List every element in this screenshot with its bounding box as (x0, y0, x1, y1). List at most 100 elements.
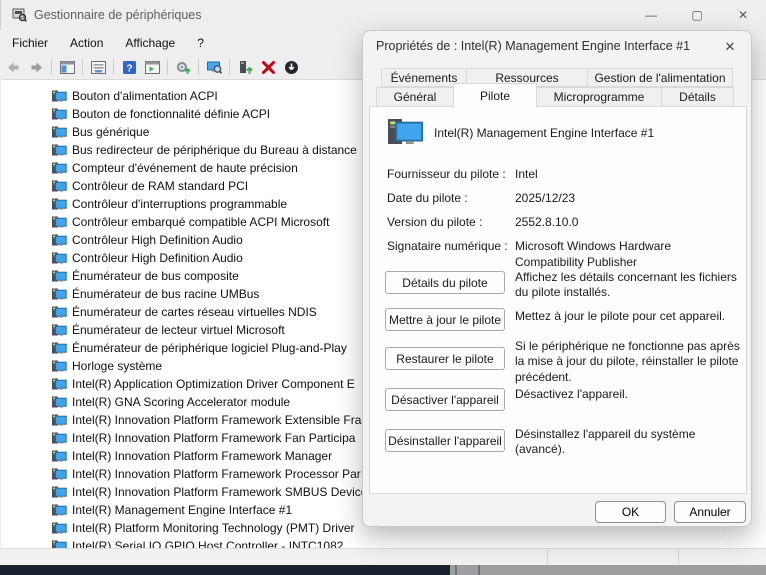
menu-affichage[interactable]: Affichage (114, 33, 186, 53)
tree-item-label: Intel(R) Innovation Platform Framework S… (72, 485, 367, 499)
disable-device-icon[interactable] (281, 57, 301, 77)
toolbar-separator (51, 59, 52, 75)
tab-microprogramme[interactable]: Microprogramme (536, 87, 662, 107)
tree-item-label: Énumérateur de périphérique logiciel Plu… (72, 341, 347, 355)
toolbar: ? (1, 55, 361, 79)
field-value-fournisseur: Intel (515, 167, 741, 183)
tree-item-label: Intel(R) Application Optimization Driver… (72, 377, 355, 391)
scan-hardware-changes-icon[interactable] (173, 57, 193, 77)
device-name: Intel(R) Management Engine Interface #1 (434, 126, 654, 140)
field-label-version: Version du pilote : (387, 215, 482, 229)
menu-action[interactable]: Action (59, 33, 114, 53)
system-device-icon (51, 539, 67, 548)
details-pilote-button[interactable]: Détails du pilote (385, 271, 505, 294)
properties-icon[interactable] (88, 57, 108, 77)
device-icon-large (387, 117, 423, 150)
system-device-icon (51, 107, 67, 121)
tree-item-label: Intel(R) Innovation Platform Framework P… (72, 467, 361, 481)
toolbar-separator (167, 59, 168, 75)
details-pilote-description: Affichez les détails concernant les fich… (515, 270, 745, 301)
toolbar-separator (198, 59, 199, 75)
desinstaller-appareil-description: Désinstallez l'appareil du système (avan… (515, 427, 745, 458)
menu-fichier[interactable]: Fichier (1, 33, 59, 53)
menu-help[interactable]: ? (186, 33, 215, 53)
system-device-icon (51, 377, 67, 391)
ok-button[interactable]: OK (595, 501, 666, 523)
system-device-icon (51, 395, 67, 409)
close-icon[interactable]: ✕ (720, 0, 766, 30)
tree-item-label: Bouton de fonctionnalité définie ACPI (72, 107, 270, 121)
tree-item-label: Intel(R) Innovation Platform Framework E… (72, 413, 361, 427)
tab-details[interactable]: Détails (661, 87, 734, 107)
show-action-pane-icon[interactable] (142, 57, 162, 77)
toolbar-separator (82, 59, 83, 75)
tab-pilote[interactable]: Pilote (453, 83, 537, 107)
system-device-icon (51, 503, 67, 517)
system-device-icon (51, 359, 67, 373)
tree-item-label: Horloge système (72, 359, 162, 373)
tree-item-label: Intel(R) GNA Scoring Accelerator module (72, 395, 290, 409)
show-console-tree-icon[interactable] (57, 57, 77, 77)
system-device-icon (51, 269, 67, 283)
toolbar-separator (229, 59, 230, 75)
forward-icon[interactable] (26, 57, 46, 77)
restaurer-pilote-button[interactable]: Restaurer le pilote (385, 347, 505, 370)
annuler-button[interactable]: Annuler (674, 501, 746, 523)
dialog-close-icon[interactable]: ✕ (719, 36, 741, 58)
tree-item-label: Bus redirecteur de périphérique du Burea… (72, 143, 357, 157)
tree-item[interactable]: Intel(R) Serial IO GPIO Host Controller … (1, 537, 766, 548)
system-device-icon (51, 449, 67, 463)
tree-item-label: Énumérateur de cartes réseau virtuelles … (72, 305, 317, 319)
update-driver-icon[interactable] (235, 57, 255, 77)
system-device-icon (51, 485, 67, 499)
menubar: Fichier Action Affichage ? (1, 30, 361, 55)
tree-item-label: Contrôleur de RAM standard PCI (72, 179, 248, 193)
system-device-icon (51, 305, 67, 319)
device-manager-app-icon (12, 7, 27, 25)
minimize-icon[interactable]: — (628, 0, 674, 30)
tab-general[interactable]: Général (376, 87, 454, 107)
mettre-a-jour-button[interactable]: Mettre à jour le pilote (385, 308, 505, 331)
field-label-signataire: Signataire numérique : (387, 239, 508, 253)
properties-dialog: Propriétés de : Intel(R) Management Engi… (362, 30, 752, 527)
maximize-icon[interactable]: ▢ (674, 0, 720, 30)
taskbar-divider (478, 565, 480, 575)
desactiver-appareil-description: Désactivez l'appareil. (515, 387, 745, 402)
help-icon[interactable]: ? (119, 57, 139, 77)
tree-item-label: Contrôleur embarqué compatible ACPI Micr… (72, 215, 329, 229)
window-title: Gestionnaire de périphériques (34, 8, 201, 22)
computer-search-icon[interactable] (204, 57, 224, 77)
system-device-icon (51, 431, 67, 445)
system-device-icon (51, 179, 67, 193)
tree-item-label: Énumérateur de bus racine UMBus (72, 287, 259, 301)
system-device-icon (51, 215, 67, 229)
pilote-tab-page: Intel(R) Management Engine Interface #1 … (369, 106, 747, 494)
tree-item-label: Intel(R) Serial IO GPIO Host Controller … (72, 539, 343, 548)
field-label-fournisseur: Fournisseur du pilote : (387, 167, 506, 181)
field-value-signataire: Microsoft Windows Hardware Compatibility… (515, 239, 741, 270)
scrollbar-divider (547, 550, 548, 565)
toolbar-separator (113, 59, 114, 75)
system-device-icon (51, 341, 67, 355)
back-icon[interactable] (3, 57, 23, 77)
uninstall-device-icon[interactable] (258, 57, 278, 77)
system-device-icon (51, 233, 67, 247)
restaurer-pilote-description: Si le périphérique ne fonctionne pas apr… (515, 339, 745, 385)
horizontal-scrollbar[interactable] (0, 548, 766, 565)
svg-text:?: ? (126, 62, 132, 74)
system-device-icon (51, 287, 67, 301)
system-device-icon (51, 197, 67, 211)
tab-gestion-alimentation[interactable]: Gestion de l'alimentation (587, 68, 733, 87)
desactiver-appareil-button[interactable]: Désactiver l'appareil (385, 388, 505, 411)
taskbar-dark-segment (0, 565, 450, 575)
tree-item-label: Contrôleur High Definition Audio (72, 251, 243, 265)
tree-item-label: Bouton d'alimentation ACPI (72, 89, 218, 103)
tree-item-label: Intel(R) Innovation Platform Framework F… (72, 431, 355, 445)
system-device-icon (51, 251, 67, 265)
dialog-title: Propriétés de : Intel(R) Management Engi… (376, 39, 690, 53)
system-device-icon (51, 413, 67, 427)
tree-item-label: Bus générique (72, 125, 149, 139)
tree-item-label: Contrôleur d'interruptions programmable (72, 197, 287, 211)
desinstaller-appareil-button[interactable]: Désinstaller l'appareil (385, 429, 505, 452)
system-device-icon (51, 143, 67, 157)
